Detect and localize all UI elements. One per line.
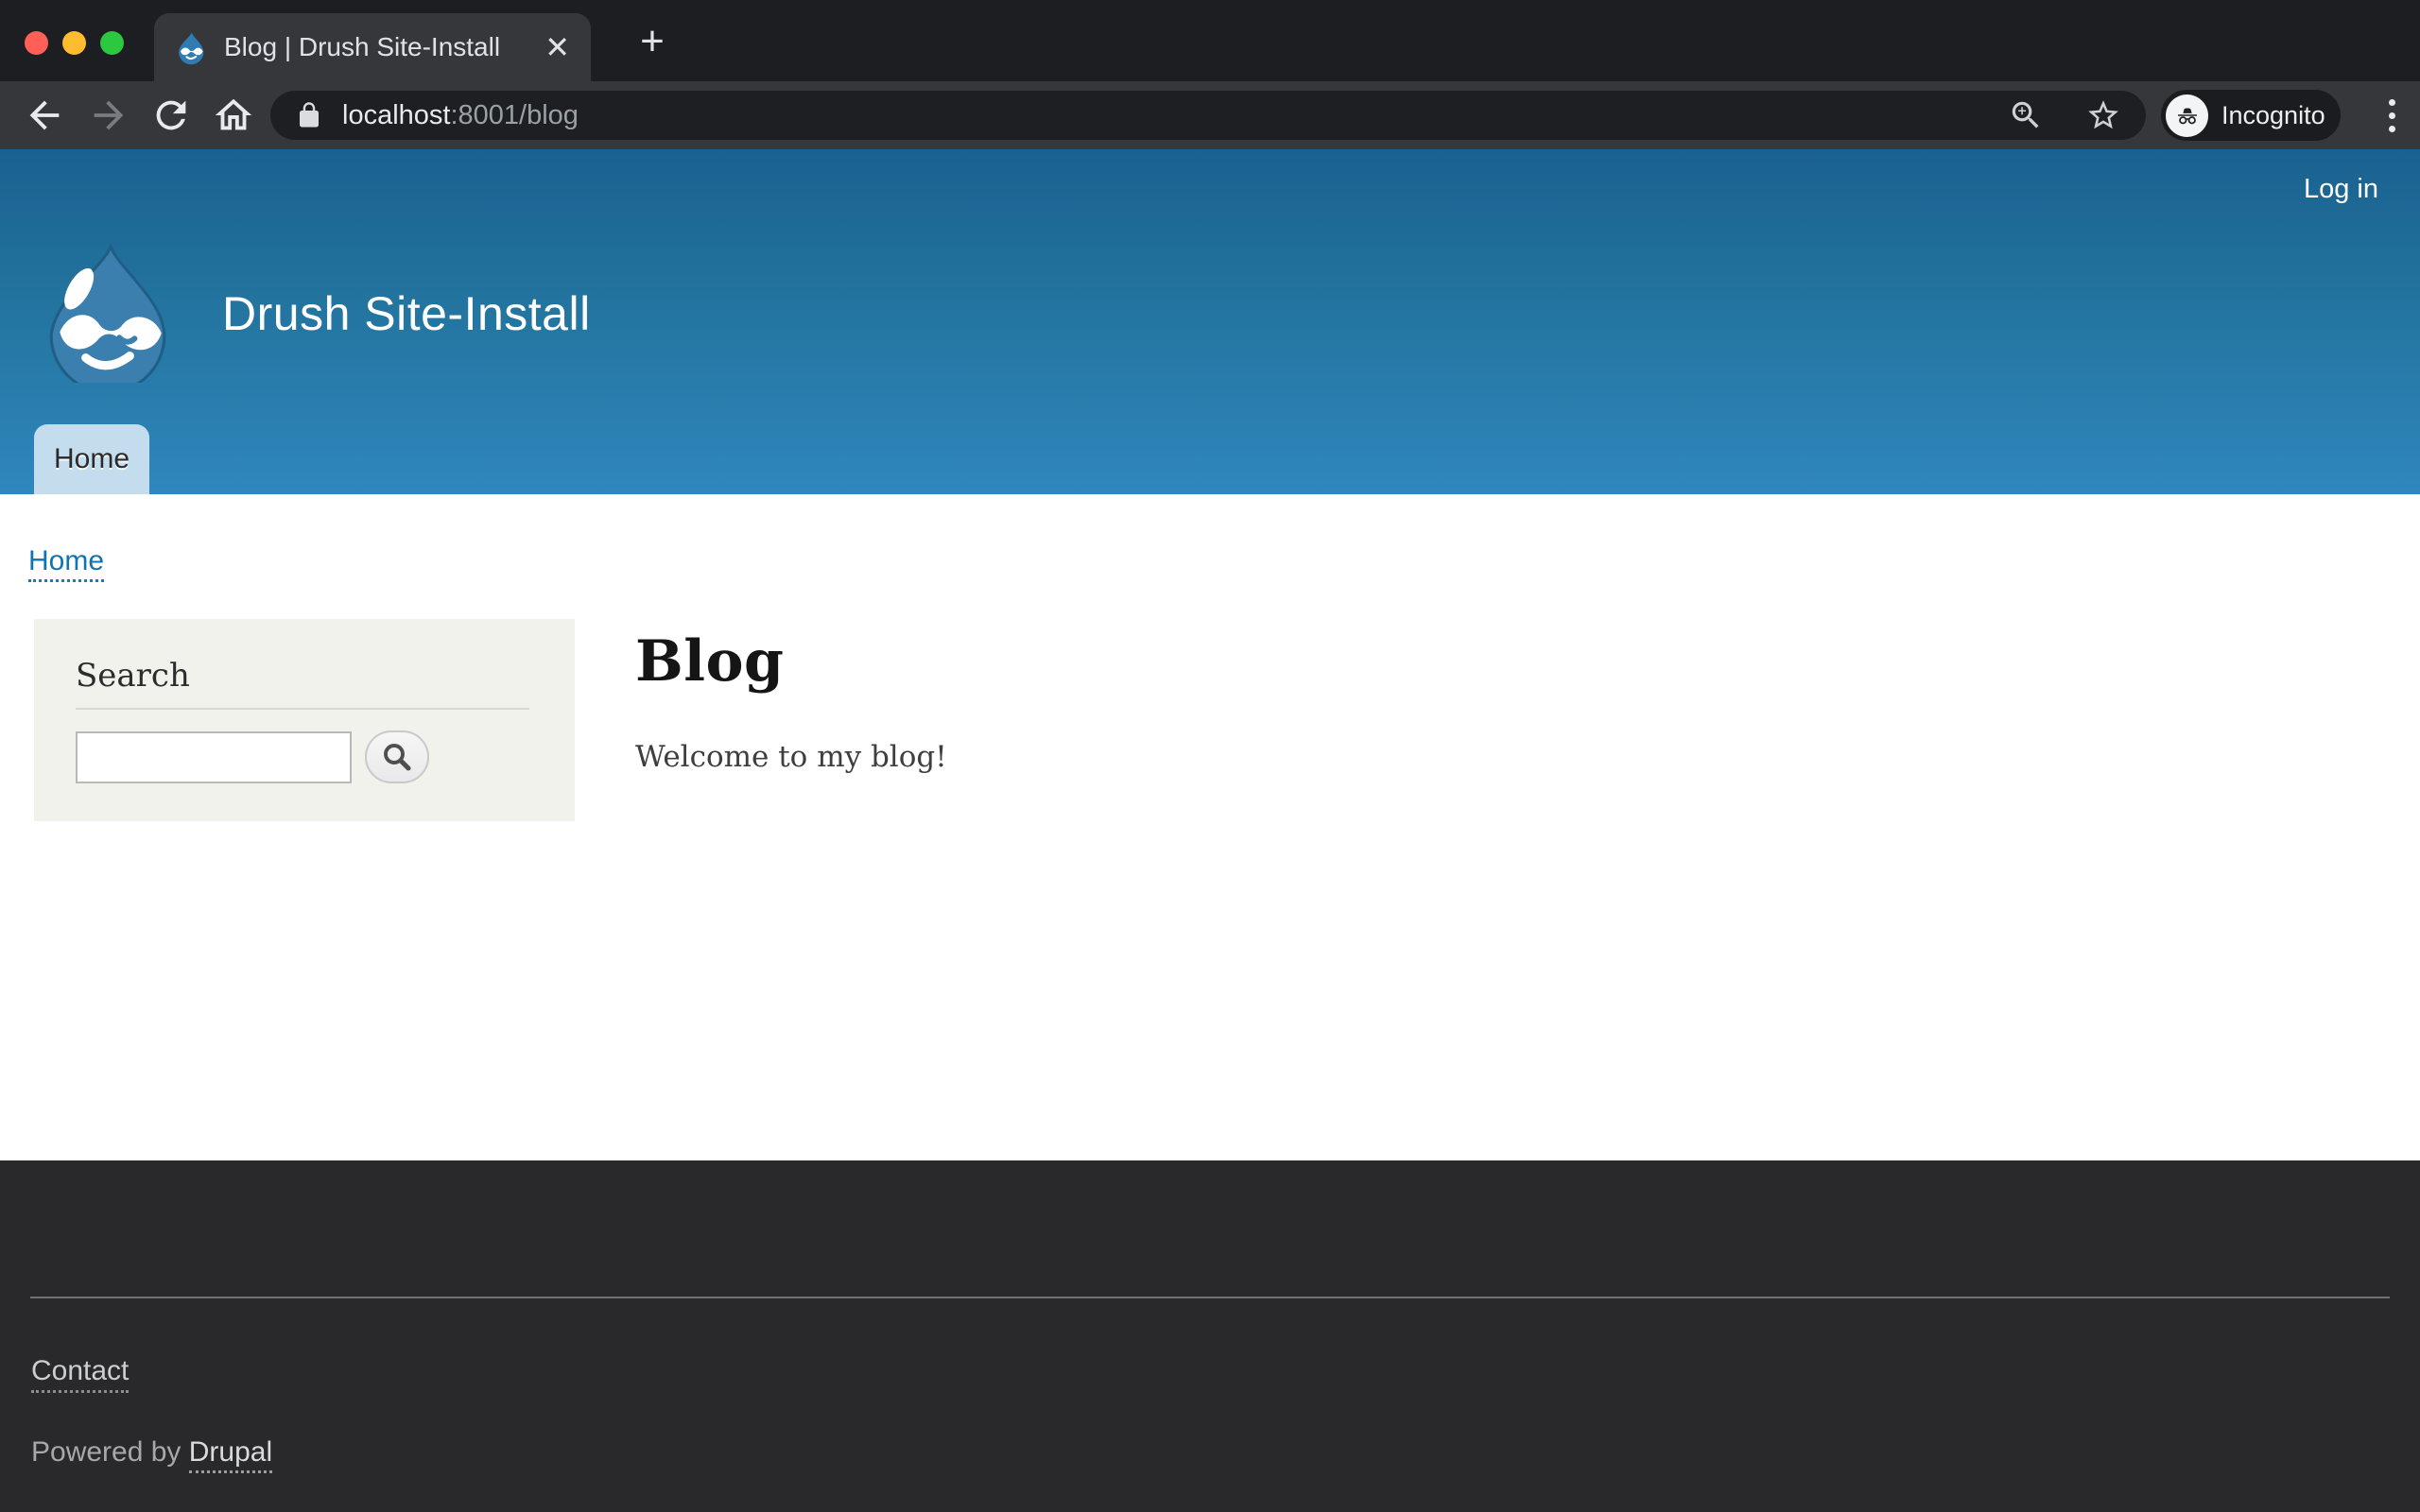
search-block: Search: [34, 619, 575, 821]
footer-contact-link[interactable]: Contact: [31, 1355, 129, 1393]
window-close-button[interactable]: [25, 31, 48, 55]
incognito-badge: Incognito: [2161, 90, 2341, 141]
page-title: Blog: [635, 628, 947, 695]
site-footer: Contact Powered by Drupal: [0, 1160, 2420, 1512]
back-icon[interactable]: [23, 94, 66, 137]
drupal-logo: [35, 244, 179, 383]
reload-icon[interactable]: [149, 94, 193, 137]
browser-tabstrip: Blog | Drush Site-Install ✕ +: [0, 0, 2420, 81]
address-bar[interactable]: localhost:8001/blog: [270, 91, 2146, 140]
lock-icon[interactable]: [295, 101, 323, 129]
footer-menu: Contact: [31, 1355, 2420, 1387]
forward-icon[interactable]: [87, 94, 130, 137]
magnifier-icon: [380, 740, 414, 774]
breadcrumb-home-link[interactable]: Home: [28, 545, 104, 582]
footer-divider: [30, 1297, 2390, 1298]
browser-menu-icon[interactable]: [2371, 94, 2412, 136]
zoom-icon[interactable]: [2008, 97, 2044, 133]
login-link[interactable]: Log in: [2304, 174, 2378, 205]
home-icon[interactable]: [212, 94, 255, 137]
search-input[interactable]: [76, 731, 352, 783]
bookmark-star-icon[interactable]: [2085, 97, 2121, 133]
breadcrumb: Home: [0, 494, 2420, 577]
incognito-icon: [2166, 94, 2208, 137]
window-zoom-button[interactable]: [100, 31, 124, 55]
powered-by-text: Powered by: [31, 1436, 189, 1468]
url-path: :8001/blog: [450, 100, 578, 130]
drupal-link[interactable]: Drupal: [189, 1436, 272, 1473]
powered-by: Powered by Drupal: [31, 1436, 2420, 1469]
site-branding[interactable]: Drush Site-Install: [35, 244, 591, 383]
search-block-title: Search: [76, 657, 529, 695]
browser-toolbar: localhost:8001/blog Incognito: [0, 81, 2420, 149]
page-body-text: Welcome to my blog!: [635, 740, 947, 774]
browser-window: Blog | Drush Site-Install ✕ + localhost:…: [0, 0, 2420, 1512]
drupal-favicon-icon: [175, 29, 207, 65]
tab-close-icon[interactable]: ✕: [544, 32, 570, 62]
main-menu-home-tab[interactable]: Home: [34, 424, 149, 494]
site-header: Log in Drush Site-Install Home: [0, 149, 2420, 494]
window-minimize-button[interactable]: [62, 31, 86, 55]
site-name[interactable]: Drush Site-Install: [222, 286, 591, 341]
page-viewport: Log in Drush Site-Install Home Home Sear…: [0, 149, 2420, 1512]
search-button[interactable]: [365, 730, 429, 783]
url-text: localhost:8001/blog: [342, 100, 579, 131]
new-tab-button[interactable]: +: [626, 15, 679, 68]
incognito-label: Incognito: [2221, 101, 2325, 130]
url-host: localhost: [342, 100, 450, 130]
content-area: Search Blog Welcome to my blog!: [0, 619, 2420, 821]
main-content: Blog Welcome to my blog!: [635, 619, 947, 774]
window-controls: [25, 31, 124, 55]
tab-title: Blog | Drush Site-Install: [224, 32, 533, 62]
browser-tab[interactable]: Blog | Drush Site-Install ✕: [154, 13, 591, 81]
search-block-divider: [76, 708, 529, 710]
